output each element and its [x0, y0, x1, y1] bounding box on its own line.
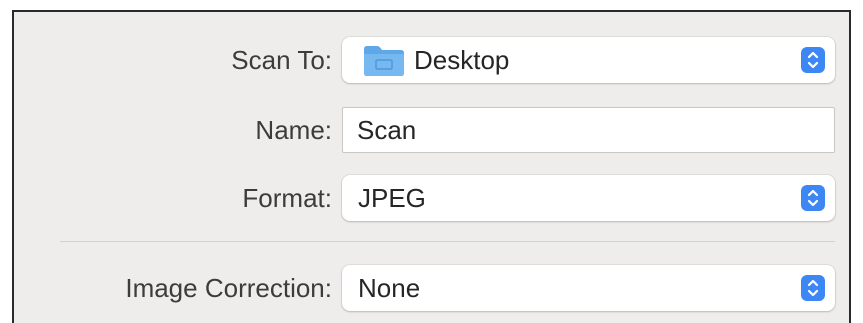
name-field[interactable]: [343, 108, 834, 152]
format-value: JPEG: [358, 183, 426, 213]
folder-icon: [364, 46, 404, 76]
format-label: Format:: [242, 183, 332, 213]
format-popup[interactable]: JPEG: [342, 175, 835, 221]
name-label: Name:: [255, 115, 332, 145]
scan-to-popup[interactable]: Desktop: [342, 37, 835, 83]
scan-settings-panel: Scan To: Desktop Name: Format: JP: [12, 10, 851, 323]
scan-to-row: Scan To: Desktop: [14, 37, 849, 83]
image-correction-popup[interactable]: None: [342, 265, 835, 311]
image-correction-row: Image Correction: None: [14, 265, 849, 311]
format-row: Format: JPEG: [14, 175, 849, 221]
section-divider: [60, 241, 835, 242]
image-correction-stepper-icon[interactable]: [801, 275, 825, 301]
format-stepper-icon[interactable]: [801, 185, 825, 211]
scan-to-label: Scan To:: [231, 45, 332, 75]
scan-to-value: Desktop: [414, 45, 510, 75]
name-field-container: [342, 107, 835, 153]
name-row: Name:: [14, 107, 849, 153]
image-correction-label: Image Correction:: [125, 273, 332, 303]
image-correction-value: None: [358, 273, 421, 303]
scan-to-stepper-icon[interactable]: [801, 47, 825, 73]
